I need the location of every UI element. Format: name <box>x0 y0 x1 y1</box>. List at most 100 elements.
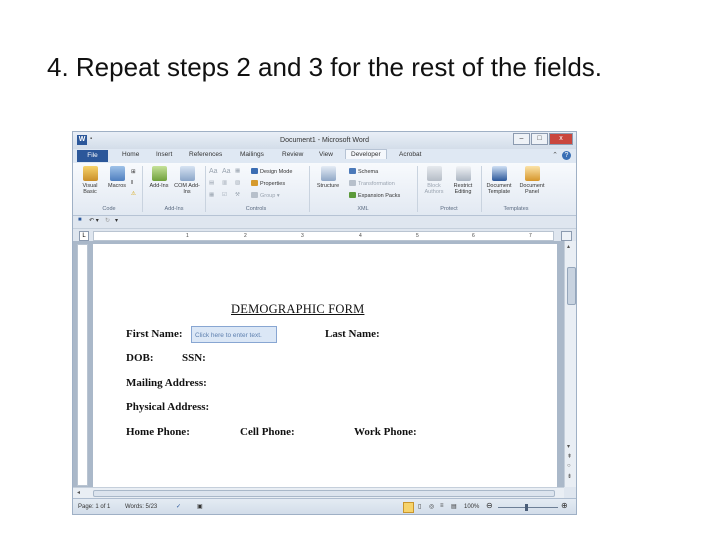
block-authors-button[interactable]: Block Authors <box>421 166 447 195</box>
tab-references[interactable]: References <box>189 151 222 158</box>
tab-acrobat[interactable]: Acrobat <box>399 151 421 158</box>
group-label-code: Code <box>102 206 116 212</box>
draft-view-icon[interactable]: ▤ <box>451 503 457 510</box>
record-macro-icon[interactable]: ⊞ <box>131 169 136 175</box>
maximize-button[interactable]: □ <box>531 133 548 145</box>
minimize-button[interactable]: – <box>513 133 530 145</box>
ruler-number: 2 <box>244 233 247 239</box>
add-ins-button[interactable]: Add-Ins <box>146 166 172 189</box>
horizontal-scrollbar[interactable]: ◂ <box>73 487 564 498</box>
pause-recording-icon[interactable]: ‖ <box>131 180 133 186</box>
full-screen-reading-icon[interactable]: ▯ <box>418 503 421 510</box>
vertical-scroll-thumb[interactable] <box>567 267 576 305</box>
group-separator <box>142 166 143 212</box>
schema-button[interactable]: Schema <box>349 168 378 175</box>
scroll-up-icon[interactable]: ▴ <box>567 243 570 250</box>
document-template-button[interactable]: Document Template <box>484 166 514 195</box>
first-name-content-control[interactable]: Click here to enter text. <box>191 326 277 343</box>
group-button[interactable]: Group ▾ <box>251 192 280 199</box>
tab-file[interactable]: File <box>77 150 108 162</box>
previous-page-icon[interactable]: ⇞ <box>567 453 572 460</box>
zoom-slider-knob[interactable] <box>525 504 528 511</box>
properties-button[interactable]: Properties <box>251 180 285 187</box>
check-box-control-icon[interactable]: ☑ <box>222 192 227 198</box>
word-count[interactable]: Words: 5/23 <box>125 504 157 510</box>
tab-review[interactable]: Review <box>282 151 303 158</box>
save-icon[interactable]: ■ <box>78 217 82 223</box>
legacy-tools-icon[interactable]: ⚒ <box>235 192 240 198</box>
macros-button[interactable]: Macros <box>104 166 130 189</box>
title-bar: W ▪ Document1 - Microsoft Word – □ x <box>73 132 576 149</box>
group-icon <box>251 192 258 198</box>
ruler-bar[interactable]: 1 2 3 4 5 6 7 <box>93 231 554 241</box>
document-area: DEMOGRAPHIC FORM First Name: Click here … <box>73 241 564 487</box>
group-separator <box>481 166 482 212</box>
macro-security-icon[interactable]: ⚠ <box>131 191 136 197</box>
group-label-protect: Protect <box>440 206 458 212</box>
rich-text-control-icon[interactable]: Aa <box>209 168 218 175</box>
zoom-in-icon[interactable]: ⊕ <box>561 501 568 510</box>
macros-icon <box>109 166 125 181</box>
vertical-scrollbar[interactable]: ▴ ▾ ⇞ ○ ⇟ <box>564 241 576 487</box>
tab-selector-icon[interactable]: L <box>79 231 89 241</box>
restrict-editing-button[interactable]: Restrict Editing <box>450 166 476 195</box>
minimize-ribbon-icon[interactable]: ⌃ <box>552 151 558 159</box>
visual-basic-icon <box>82 166 98 181</box>
close-button[interactable]: x <box>549 133 573 145</box>
document-page[interactable]: DEMOGRAPHIC FORM First Name: Click here … <box>93 244 557 487</box>
ruler-number: 1 <box>186 233 189 239</box>
zoom-out-icon[interactable]: ⊖ <box>486 501 493 510</box>
structure-button[interactable]: Structure <box>314 166 342 189</box>
plain-text-control-icon[interactable]: Aa <box>222 168 231 175</box>
transformation-button[interactable]: Transformation <box>349 180 395 187</box>
page-count[interactable]: Page: 1 of 1 <box>78 504 110 510</box>
print-layout-view-icon[interactable] <box>403 502 414 513</box>
document-template-icon <box>491 166 507 181</box>
outline-view-icon[interactable]: ≡ <box>440 503 444 509</box>
redo-icon[interactable]: ↻ <box>105 217 110 224</box>
window-title: Document1 - Microsoft Word <box>280 137 369 144</box>
document-panel-button[interactable]: Document Panel <box>517 166 547 195</box>
home-phone-label: Home Phone: <box>126 426 190 438</box>
combo-box-control-icon[interactable]: ▥ <box>222 180 227 186</box>
visual-basic-button[interactable]: Visual Basic <box>78 166 102 195</box>
ruler-number: 6 <box>472 233 475 239</box>
physical-address-label: Physical Address: <box>126 401 210 413</box>
group-separator <box>205 166 206 212</box>
tab-home[interactable]: Home <box>122 151 139 158</box>
ssn-label: SSN: <box>182 352 206 364</box>
scroll-down-icon[interactable]: ▾ <box>567 443 570 450</box>
zoom-slider[interactable] <box>498 507 558 508</box>
group-label-controls: Controls <box>245 206 267 212</box>
tab-view[interactable]: View <box>319 151 333 158</box>
date-picker-control-icon[interactable]: ▦ <box>209 192 214 198</box>
com-add-ins-icon <box>179 166 195 181</box>
help-icon[interactable]: ? <box>562 151 571 160</box>
view-ruler-icon[interactable] <box>561 231 572 241</box>
tab-mailings[interactable]: Mailings <box>240 151 264 158</box>
scroll-left-icon[interactable]: ◂ <box>77 489 80 496</box>
next-page-icon[interactable]: ⇟ <box>567 473 572 480</box>
customize-qat-icon[interactable]: ▾ <box>115 217 118 224</box>
com-add-ins-button[interactable]: COM Add-Ins <box>174 166 200 195</box>
web-layout-icon[interactable]: ◎ <box>429 503 434 510</box>
quick-access-row: ■ ↶ ▾ ↻ ▾ <box>73 216 576 227</box>
macro-record-icon[interactable]: ▣ <box>197 503 203 510</box>
zoom-level[interactable]: 100% <box>464 504 479 510</box>
horizontal-scroll-thumb[interactable] <box>93 490 555 497</box>
mailing-address-label: Mailing Address: <box>126 377 207 389</box>
group-label-addins: Add-Ins <box>164 206 184 212</box>
proofing-icon[interactable]: ✓ <box>176 503 181 510</box>
building-block-control-icon[interactable]: ▤ <box>209 180 214 186</box>
horizontal-ruler: L 1 2 3 4 5 6 7 <box>73 228 576 241</box>
undo-icon[interactable]: ↶ ▾ <box>89 217 99 224</box>
drop-down-control-icon[interactable]: ▧ <box>235 180 240 186</box>
tab-developer[interactable]: Developer <box>345 149 387 159</box>
expansion-packs-button[interactable]: Expansion Packs <box>349 192 400 199</box>
picture-control-icon[interactable]: ▦ <box>235 168 240 174</box>
design-mode-button[interactable]: Design Mode <box>251 168 292 175</box>
developer-ribbon: Visual Basic Macros ⊞ ‖ ⚠ Code Add-Ins C… <box>73 163 576 216</box>
select-browse-object-icon[interactable]: ○ <box>567 463 571 469</box>
tab-insert[interactable]: Insert <box>156 151 172 158</box>
vertical-ruler[interactable] <box>77 244 88 486</box>
